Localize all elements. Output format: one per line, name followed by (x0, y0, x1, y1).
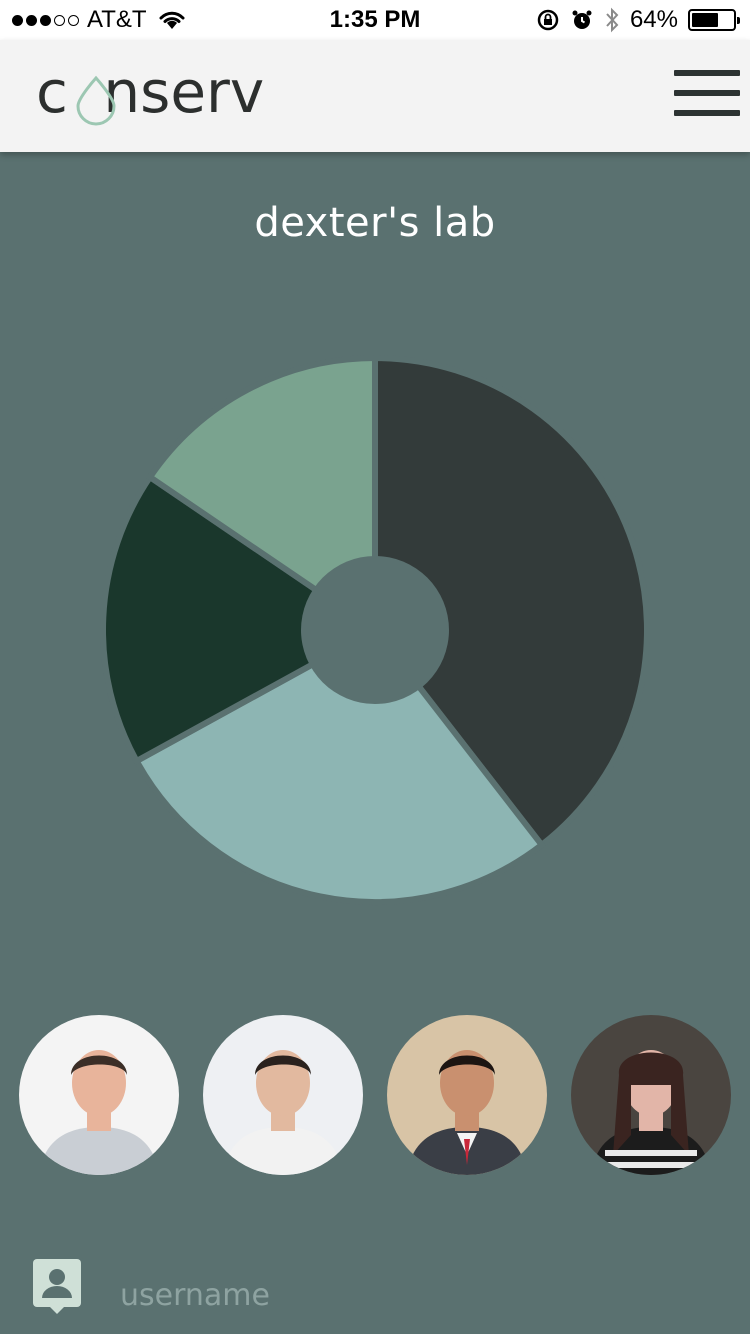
battery-icon (688, 9, 740, 31)
user-badge-icon[interactable] (32, 1258, 82, 1314)
conserv-logo[interactable]: conserv (36, 60, 296, 130)
avatar-woman[interactable] (571, 1015, 731, 1175)
status-bar: AT&T 1:35 PM 64% (0, 0, 750, 40)
page-title: dexter's lab (254, 200, 496, 246)
app-header: conserv (0, 40, 750, 152)
avatar-man-gray-shirt[interactable] (19, 1015, 179, 1175)
avatar-man-suit[interactable] (387, 1015, 547, 1175)
member-avatars (0, 1015, 750, 1175)
battery-percent: 64% (629, 6, 678, 33)
avatar-man-white-shirt[interactable] (203, 1015, 363, 1175)
rotation-lock-icon (537, 9, 559, 31)
username-label[interactable]: username (120, 1278, 270, 1313)
footer-user-bar: username (0, 1250, 750, 1334)
bluetooth-icon (606, 7, 619, 33)
logo-text: conserv (36, 60, 264, 126)
logo-wordmark: conserv (36, 60, 264, 126)
hamburger-menu-icon[interactable] (674, 70, 740, 118)
alarm-icon (572, 10, 592, 29)
status-right: 64% (536, 6, 740, 34)
